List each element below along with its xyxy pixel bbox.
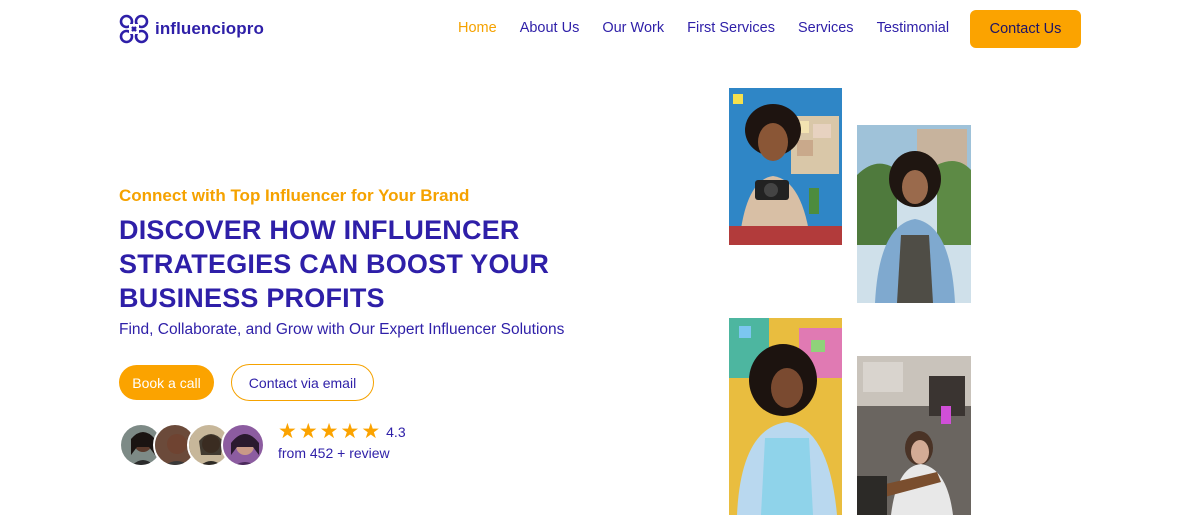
nav-testimonial[interactable]: Testimonial [877, 20, 950, 36]
nav-first-services[interactable]: First Services [687, 20, 775, 36]
nav-our-work[interactable]: Our Work [602, 20, 664, 36]
hero-subheadline: Find, Collaborate, and Grow with Our Exp… [119, 321, 565, 338]
contact-email-button[interactable]: Contact via email [231, 364, 374, 401]
hero-headline: DISCOVER HOW INFLUENCER STRATEGIES CAN B… [119, 215, 550, 313]
hero-tagline: Connect with Top Influencer for Your Bra… [119, 186, 470, 205]
customer-avatars [119, 423, 269, 467]
star-icon: ★ [340, 420, 360, 443]
star-icon: ★ [361, 420, 381, 443]
rating-value: 4.3 [386, 424, 406, 440]
rating-block: ★ ★ ★ ★ ★ 4.3 from 452 + review [278, 421, 406, 462]
influencer-photo-guitar [857, 356, 971, 515]
influencer-photo-camera [729, 88, 842, 245]
book-call-button[interactable]: Book a call [119, 365, 214, 400]
contact-us-button[interactable]: Contact Us [970, 10, 1081, 48]
star-icon: ★ [319, 420, 339, 443]
nav-about-us[interactable]: About Us [520, 20, 580, 36]
brand-name: influenciopro [155, 19, 264, 38]
nav-home[interactable]: Home [458, 20, 497, 36]
clover-logo-icon [119, 14, 149, 44]
influencer-photo-denim [857, 125, 971, 303]
influencer-photo-colorful [729, 318, 842, 515]
review-count: from 452 + review [278, 445, 390, 461]
star-icon: ★ [278, 420, 297, 443]
avatar [221, 423, 265, 467]
nav-services[interactable]: Services [798, 20, 854, 36]
star-icon: ★ [298, 420, 318, 443]
star-rating: ★ ★ ★ ★ ★ 4.3 [278, 421, 406, 443]
main-nav: Home About Us Our Work First Services Se… [458, 20, 972, 36]
brand-logo[interactable]: influenciopro [119, 14, 264, 44]
site-header: influenciopro Home About Us Our Work Fir… [0, 0, 1200, 58]
